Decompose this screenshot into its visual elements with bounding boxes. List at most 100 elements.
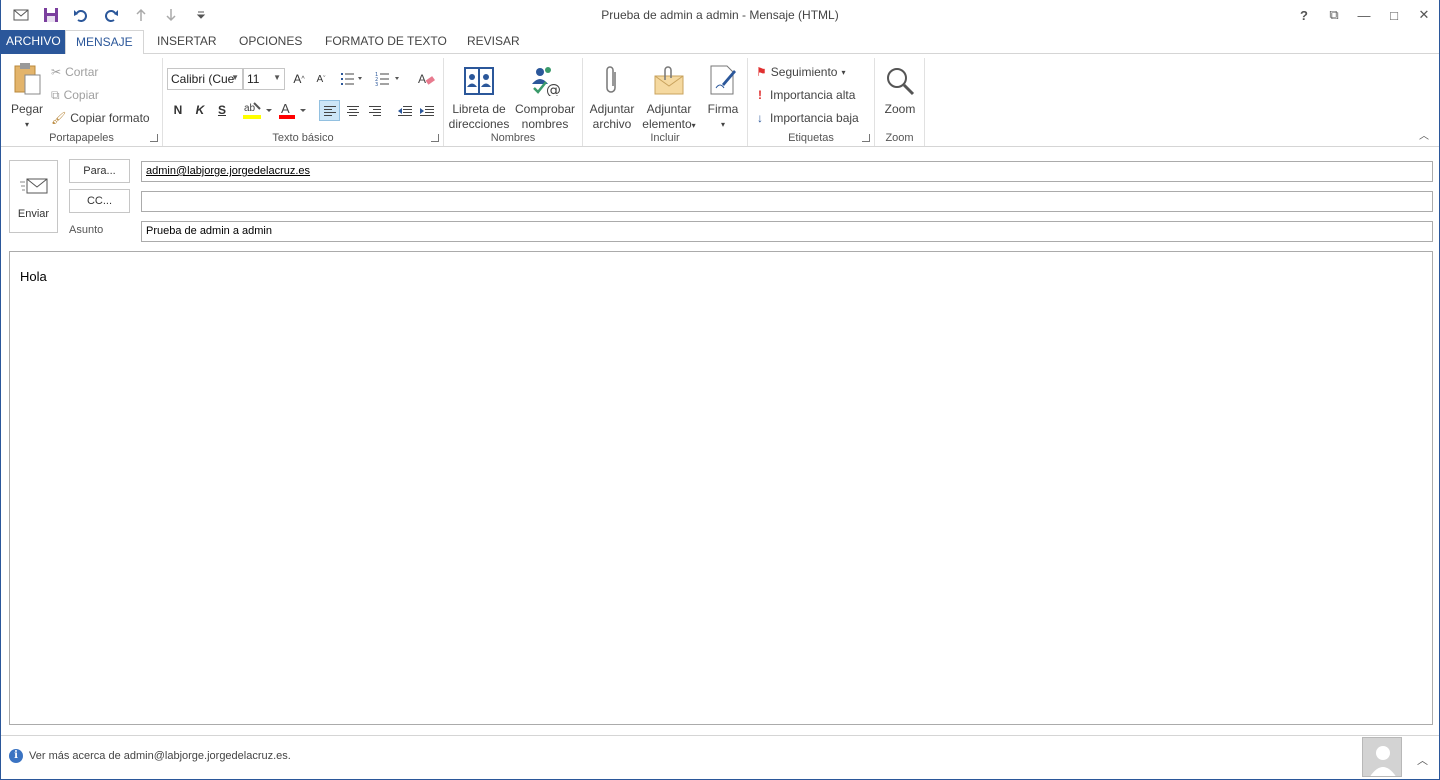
paperclip-icon <box>585 60 639 96</box>
magnifier-icon <box>877 60 923 96</box>
subject-field[interactable]: Prueba de admin a admin <box>141 221 1433 242</box>
attach-item-button[interactable]: Adjuntar elemento▾ <box>639 60 699 133</box>
people-pane-bar: i Ver más acerca de admin@labjorge.jorge… <box>1 735 1439 779</box>
cc-field[interactable] <box>141 191 1433 212</box>
help-button[interactable]: ? <box>1289 0 1319 30</box>
font-name-value: Calibri (Cue <box>171 72 235 86</box>
tab-insert[interactable]: INSERTAR <box>147 30 227 54</box>
format-painter-label: Copiar formato <box>70 111 150 125</box>
cut-button[interactable]: ✂ Cortar <box>51 62 98 82</box>
align-right-icon[interactable] <box>364 100 385 122</box>
font-size-combo[interactable]: 11 ▼ <box>243 68 285 90</box>
font-color-button[interactable]: A <box>277 99 309 121</box>
clipboard-launcher-icon[interactable] <box>150 134 158 142</box>
grow-font-icon[interactable]: A ^ <box>289 68 309 90</box>
expand-people-pane-icon[interactable]: ︿ <box>1417 752 1428 768</box>
italic-button[interactable]: K <box>191 99 209 121</box>
collapse-ribbon-icon[interactable]: ︿ <box>1419 127 1429 142</box>
people-pane-text[interactable]: Ver más acerca de admin@labjorge.jorgede… <box>29 750 291 762</box>
numbering-icon[interactable]: 123 <box>373 68 403 90</box>
font-name-combo[interactable]: Calibri (Cue ▼ <box>167 68 243 90</box>
font-size-value: 11 <box>247 72 260 86</box>
tab-format-text[interactable]: FORMATO DE TEXTO <box>315 30 457 54</box>
signature-button[interactable]: Firma ▾ <box>701 60 745 132</box>
tags-group-label: Etiquetas <box>788 132 834 144</box>
close-button[interactable]: ✕ <box>1409 0 1439 30</box>
copy-icon: ⧉ <box>51 87 60 102</box>
low-importance-label: Importancia baja <box>770 111 859 125</box>
align-left-icon[interactable] <box>319 100 340 121</box>
attach-file-label-1: Adjuntar <box>589 102 635 116</box>
to-recipient[interactable]: admin@labjorge.jorgedelacruz.es <box>146 165 310 177</box>
follow-up-dropdown-icon: ▾ <box>841 67 846 77</box>
paste-icon <box>7 60 47 96</box>
message-body[interactable]: Hola <box>9 251 1433 725</box>
to-button[interactable]: Para... <box>69 159 130 183</box>
basic-text-group: Calibri (Cue ▼ 11 ▼ A ^ Aˇ 123 A N K S ab <box>163 58 444 146</box>
tags-group: ⚑ Seguimiento ▾ ! Importancia alta ↓ Imp… <box>748 58 875 146</box>
low-importance-button[interactable]: ↓ Importancia baja <box>757 108 859 128</box>
zoom-group-label: Zoom <box>885 132 914 144</box>
font-size-dropdown-icon: ▼ <box>273 73 281 82</box>
follow-up-button[interactable]: ⚑ Seguimiento ▾ <box>756 62 846 82</box>
basic-text-launcher-icon[interactable] <box>431 134 439 142</box>
signature-icon <box>701 60 745 96</box>
basic-text-group-label: Texto básico <box>272 132 334 144</box>
bold-button[interactable]: N <box>169 99 187 121</box>
window-title: Prueba de admin a admin - Mensaje (HTML) <box>601 8 839 22</box>
signature-dropdown-icon: ▾ <box>720 120 725 129</box>
bullets-icon[interactable] <box>339 68 365 90</box>
send-envelope-icon <box>20 177 48 198</box>
tab-file[interactable]: ARCHIVO <box>1 30 66 54</box>
svg-text:A: A <box>418 72 426 86</box>
zoom-button[interactable]: Zoom <box>877 60 923 117</box>
send-button[interactable]: Enviar <box>9 160 58 233</box>
decrease-indent-icon[interactable] <box>395 100 415 122</box>
shrink-font-icon[interactable]: Aˇ <box>311 68 331 90</box>
svg-text:ab: ab <box>244 103 256 114</box>
to-field[interactable]: admin@labjorge.jorgedelacruz.es <box>141 161 1433 182</box>
tab-review[interactable]: REVISAR <box>457 30 530 54</box>
tags-launcher-icon[interactable] <box>862 134 870 142</box>
check-names-icon: @ <box>512 60 578 96</box>
svg-text:3: 3 <box>375 82 378 86</box>
names-group-label: Nombres <box>490 132 536 144</box>
check-names-button[interactable]: @ Comprobar nombres <box>512 60 578 132</box>
window-controls: ? ⧉ — □ ✕ <box>1289 0 1439 30</box>
format-painter-icon: 🖌 <box>51 111 67 125</box>
cut-label: Cortar <box>65 65 99 79</box>
minimize-button[interactable]: — <box>1349 0 1379 30</box>
title-bar: Prueba de admin a admin - Mensaje (HTML)… <box>1 0 1439 30</box>
copy-label: Copiar <box>63 88 99 102</box>
tab-options[interactable]: OPCIONES <box>229 30 312 54</box>
cc-button[interactable]: CC... <box>69 189 130 213</box>
flag-icon: ⚑ <box>756 65 767 79</box>
underline-button[interactable]: S <box>213 99 231 121</box>
maximize-button[interactable]: □ <box>1379 0 1409 30</box>
tab-message[interactable]: MENSAJE <box>65 30 144 55</box>
paste-label: Pegar <box>10 102 44 116</box>
ribbon-display-options-button[interactable]: ⧉ <box>1319 0 1349 30</box>
high-importance-label: Importancia alta <box>770 88 856 102</box>
copy-button[interactable]: ⧉ Copiar <box>51 85 99 105</box>
check-names-label-1: Comprobar <box>514 102 576 116</box>
names-group: Libreta de direcciones @ Comprobar nombr… <box>444 58 583 146</box>
clear-formatting-icon[interactable]: A <box>415 68 437 90</box>
include-group-label: Incluir <box>650 132 680 144</box>
format-painter-button[interactable]: 🖌 Copiar formato <box>51 108 150 128</box>
address-book-button[interactable]: Libreta de direcciones <box>448 60 510 132</box>
paste-dropdown-icon: ▾ <box>24 120 29 129</box>
attach-file-button[interactable]: Adjuntar archivo <box>585 60 639 132</box>
attach-item-label-1: Adjuntar <box>646 102 692 116</box>
attach-item-label-2: elemento▾ <box>642 117 696 131</box>
paste-button[interactable]: Pegar ▾ <box>7 60 47 132</box>
signature-label: Firma <box>707 102 739 116</box>
align-center-icon[interactable] <box>342 100 363 122</box>
clipboard-group-label: Portapapeles <box>49 132 114 144</box>
avatar[interactable] <box>1362 737 1402 777</box>
increase-indent-icon[interactable] <box>417 100 437 122</box>
follow-up-label: Seguimiento <box>770 65 838 79</box>
highlight-color-button[interactable]: ab <box>241 99 275 121</box>
svg-text:A: A <box>281 101 290 116</box>
high-importance-button[interactable]: ! Importancia alta <box>758 85 855 105</box>
